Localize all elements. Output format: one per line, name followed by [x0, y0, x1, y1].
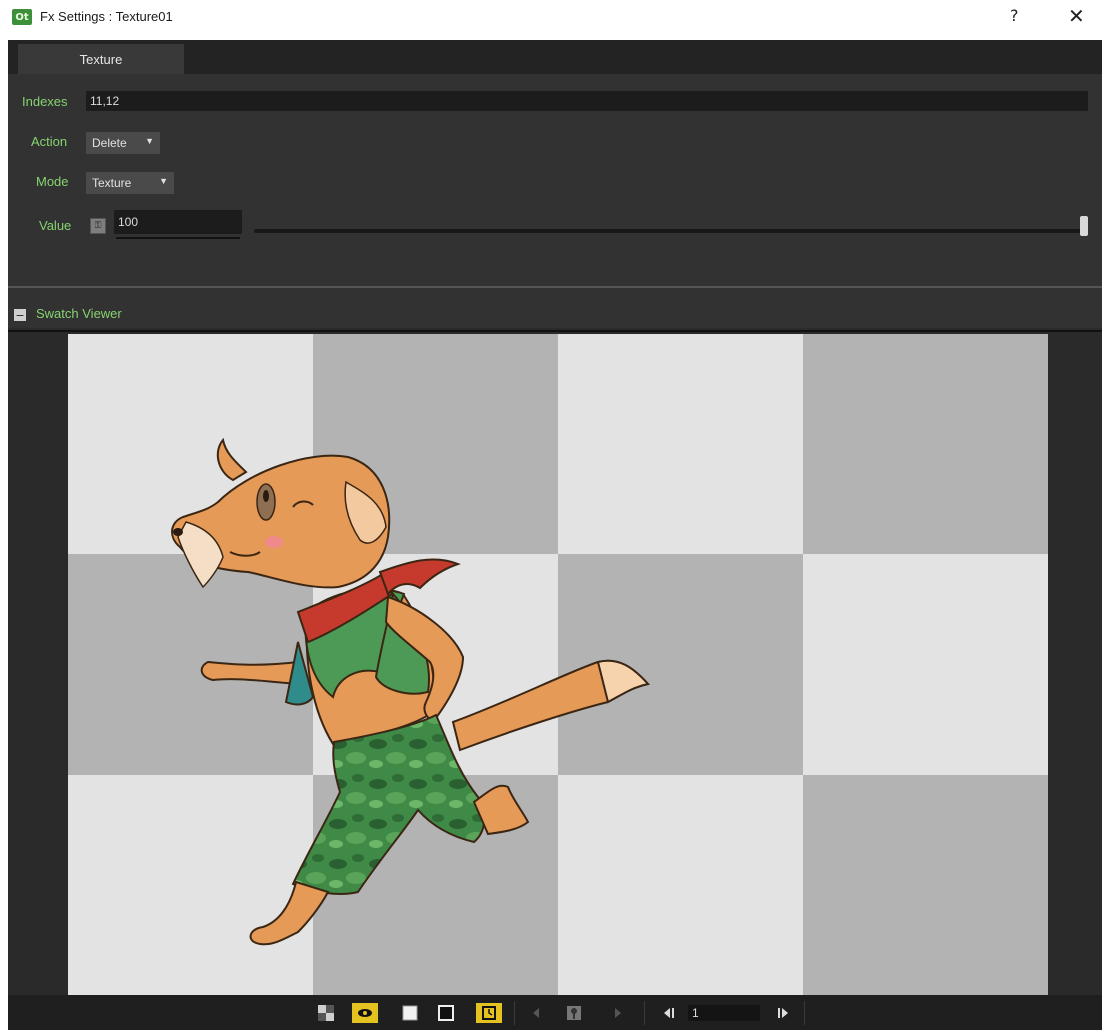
value-label: Value [39, 218, 72, 233]
close-button[interactable]: ✕ [1068, 4, 1085, 28]
chevron-down-icon: ▼ [145, 136, 154, 146]
app-logo-icon: Ot [12, 9, 32, 25]
character-illustration [171, 437, 650, 946]
panel-divider [8, 286, 1102, 288]
white-bg-icon[interactable] [400, 1003, 420, 1023]
swatch-viewer[interactable] [8, 332, 1102, 995]
window-title: Fx Settings : Texture01 [40, 9, 173, 24]
value-slider-track[interactable] [254, 229, 1084, 233]
swatch-viewer-title: Swatch Viewer [36, 306, 122, 321]
title-bar: Ot Fx Settings : Texture01 ? ✕ [0, 0, 1102, 40]
prev-arrow-icon[interactable] [526, 1003, 546, 1023]
first-frame-icon[interactable] [658, 1003, 678, 1023]
tab-texture[interactable]: Texture [18, 44, 184, 74]
eye-icon[interactable] [352, 1003, 378, 1023]
mode-value: Texture [92, 176, 132, 190]
checkerboard-icon[interactable] [316, 1003, 336, 1023]
mode-label: Mode [36, 174, 69, 189]
frame-number-field[interactable]: 1 [688, 1005, 760, 1021]
help-button[interactable]: ? [1010, 6, 1019, 25]
indexes-field[interactable]: 11,12 [86, 91, 1088, 111]
fx-settings-window: Texture Indexes 11,12 Action Delete ▼ Mo… [8, 40, 1102, 1030]
chevron-down-icon: ▼ [159, 176, 168, 186]
action-label: Action [31, 134, 68, 149]
mode-dropdown[interactable]: Texture ▼ [86, 172, 174, 194]
swatch-viewer-header: − Swatch Viewer [8, 300, 1102, 328]
black-bg-icon[interactable] [436, 1003, 456, 1023]
clock-icon[interactable] [476, 1003, 502, 1023]
action-value: Delete [92, 136, 127, 150]
next-arrow-icon[interactable] [608, 1003, 628, 1023]
value-field[interactable]: 100 [114, 210, 242, 234]
toolbar-divider [514, 1001, 515, 1025]
key-icon[interactable] [564, 1003, 584, 1023]
tab-bar: Texture [8, 40, 1102, 74]
viewer-toolbar: 1 [8, 995, 1102, 1030]
keyframe-icon[interactable]: ⚿ [90, 218, 106, 234]
toolbar-divider [804, 1001, 805, 1025]
value-slider-handle[interactable] [1080, 216, 1088, 236]
last-frame-icon[interactable] [774, 1003, 794, 1023]
toolbar-divider [644, 1001, 645, 1025]
action-dropdown[interactable]: Delete ▼ [86, 132, 160, 154]
collapse-icon[interactable]: − [14, 309, 26, 321]
indexes-label: Indexes [22, 94, 68, 109]
value-field-underline [116, 237, 240, 239]
